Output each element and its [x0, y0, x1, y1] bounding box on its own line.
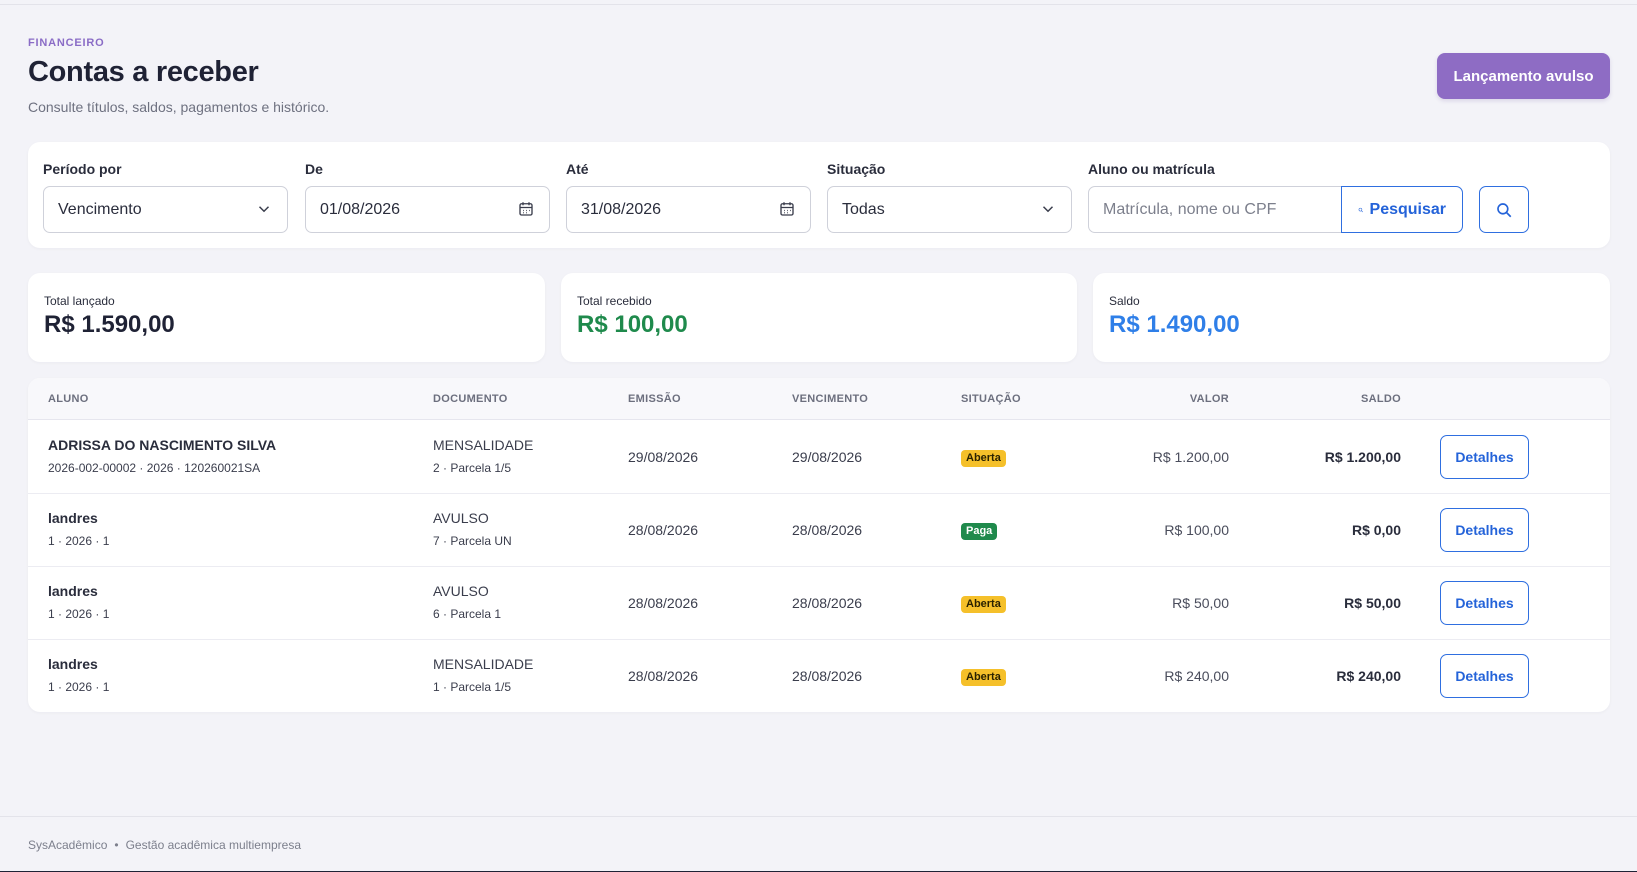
stat-saldo: Saldo R$ 1.490,00 — [1093, 273, 1610, 362]
aluno-meta: 2026-002-00002 · 2026 · 120260021SA — [48, 461, 261, 475]
col-valor: VALOR — [1189, 393, 1229, 405]
valor-cell: R$ 240,00 — [1164, 668, 1229, 684]
documento-type: AVULSO — [433, 510, 489, 526]
aluno-search-input[interactable]: Matrícula, nome ou CPF — [1088, 186, 1342, 233]
col-situacao: SITUAÇÃO — [961, 393, 1021, 405]
col-documento: DOCUMENTO — [433, 393, 508, 405]
documento-meta: 7 · Parcela UN — [433, 534, 512, 548]
vencimento-date: 28/08/2026 — [792, 595, 863, 611]
stat-total-recebido: Total recebido R$ 100,00 — [561, 273, 1077, 362]
table-row: landres 1 · 2026 · 1 AVULSO 6 · Parcela … — [28, 567, 1610, 640]
search-icon-button[interactable] — [1479, 186, 1529, 233]
detalhes-button[interactable]: Detalhes — [1440, 654, 1529, 698]
periodo-label: Período por — [43, 161, 122, 177]
saldo-cell: R$ 1.200,00 — [1324, 449, 1401, 465]
table-header: ALUNO DOCUMENTO EMISSÃO VENCIMENTO SITUA… — [28, 378, 1610, 420]
documento-type: AVULSO — [433, 583, 489, 599]
calendar-icon[interactable] — [778, 200, 796, 218]
emissao-date: 28/08/2026 — [628, 668, 699, 684]
aluno-meta: 1 · 2026 · 1 — [48, 607, 110, 621]
saldo-cell: R$ 240,00 — [1336, 668, 1401, 684]
col-saldo: SALDO — [1361, 393, 1401, 405]
stat-label: Total lançado — [44, 294, 115, 308]
search-icon — [1497, 202, 1512, 217]
stat-label: Saldo — [1109, 294, 1140, 308]
footer-divider — [0, 816, 1637, 817]
pesquisar-button[interactable]: Pesquisar — [1341, 186, 1463, 233]
status-badge: Paga — [961, 523, 998, 540]
documento-type: MENSALIDADE — [433, 656, 534, 672]
aluno-name: landres — [48, 510, 98, 526]
ate-label: Até — [566, 161, 589, 177]
de-date-field[interactable]: 01/08/2026 — [305, 186, 550, 233]
ate-value: 31/08/2026 — [581, 200, 662, 218]
col-aluno: ALUNO — [48, 393, 89, 405]
stat-value: R$ 1.490,00 — [1109, 311, 1240, 338]
search-icon — [1358, 207, 1364, 212]
detalhes-button[interactable]: Detalhes — [1440, 581, 1529, 625]
documento-type: MENSALIDADE — [433, 437, 534, 453]
footer-tagline: Gestão acadêmica multiempresa — [125, 838, 301, 852]
de-value: 01/08/2026 — [320, 200, 401, 218]
situacao-select[interactable]: Todas — [827, 186, 1072, 233]
valor-cell: R$ 1.200,00 — [1152, 449, 1229, 465]
vencimento-date: 28/08/2026 — [792, 522, 863, 538]
aluno-placeholder: Matrícula, nome ou CPF — [1103, 200, 1277, 218]
saldo-cell: R$ 0,00 — [1351, 522, 1401, 538]
table-row: ADRISSA DO NASCIMENTO SILVA 2026-002-000… — [28, 421, 1610, 494]
aluno-name: landres — [48, 583, 98, 599]
col-emissao: EMISSÃO — [628, 393, 681, 405]
aluno-meta: 1 · 2026 · 1 — [48, 680, 110, 694]
emissao-date: 29/08/2026 — [628, 449, 699, 465]
status-badge: Aberta — [961, 669, 1006, 686]
pesquisar-label: Pesquisar — [1369, 200, 1446, 218]
table-row: landres 1 · 2026 · 1 AVULSO 7 · Parcela … — [28, 494, 1610, 567]
page-subtitle: Consulte títulos, saldos, pagamentos e h… — [28, 99, 330, 115]
vencimento-date: 28/08/2026 — [792, 668, 863, 684]
section-eyebrow: FINANCEIRO — [28, 37, 105, 49]
page-title: Contas a receber — [28, 56, 259, 88]
vencimento-date: 29/08/2026 — [792, 449, 863, 465]
filters-panel: Período por Vencimento De 01/08/2026 Até… — [28, 142, 1610, 248]
stat-label: Total recebido — [577, 294, 652, 308]
stat-total-lancado: Total lançado R$ 1.590,00 — [28, 273, 545, 362]
stat-value: R$ 100,00 — [577, 311, 688, 338]
aluno-label: Aluno ou matrícula — [1088, 161, 1215, 177]
chevron-down-icon — [258, 206, 270, 213]
periodo-select[interactable]: Vencimento — [43, 186, 288, 233]
situacao-value: Todas — [842, 200, 885, 218]
ate-date-field[interactable]: 31/08/2026 — [566, 186, 811, 233]
status-badge: Aberta — [961, 596, 1006, 613]
col-vencimento: VENCIMENTO — [792, 393, 869, 405]
status-badge: Aberta — [961, 450, 1006, 467]
top-divider — [0, 4, 1637, 5]
valor-cell: R$ 50,00 — [1172, 595, 1229, 611]
footer-app-name: SysAcadêmico — [28, 838, 108, 852]
documento-meta: 2 · Parcela 1/5 — [433, 461, 512, 475]
emissao-date: 28/08/2026 — [628, 595, 699, 611]
lancamento-avulso-button[interactable]: Lançamento avulso — [1437, 53, 1610, 99]
situacao-label: Situação — [827, 161, 886, 177]
detalhes-button[interactable]: Detalhes — [1440, 435, 1529, 479]
emissao-date: 28/08/2026 — [628, 522, 699, 538]
saldo-cell: R$ 50,00 — [1344, 595, 1401, 611]
detalhes-button[interactable]: Detalhes — [1440, 508, 1529, 552]
de-label: De — [305, 161, 323, 177]
documento-meta: 1 · Parcela 1/5 — [433, 680, 512, 694]
aluno-meta: 1 · 2026 · 1 — [48, 534, 110, 548]
documento-meta: 6 · Parcela 1 — [433, 607, 502, 621]
aluno-name: landres — [48, 656, 98, 672]
calendar-icon[interactable] — [517, 200, 535, 218]
valor-cell: R$ 100,00 — [1164, 522, 1229, 538]
periodo-value: Vencimento — [58, 200, 142, 218]
stat-value: R$ 1.590,00 — [44, 311, 175, 338]
aluno-name: ADRISSA DO NASCIMENTO SILVA — [48, 437, 277, 453]
footer: SysAcadêmico • Gestão acadêmica multiempre… — [28, 838, 301, 852]
table-row: landres 1 · 2026 · 1 MENSALIDADE 1 · Par… — [28, 640, 1610, 712]
footer-separator: • — [114, 838, 119, 852]
chevron-down-icon — [1042, 206, 1054, 213]
receivables-table: ALUNO DOCUMENTO EMISSÃO VENCIMENTO SITUA… — [28, 378, 1610, 712]
